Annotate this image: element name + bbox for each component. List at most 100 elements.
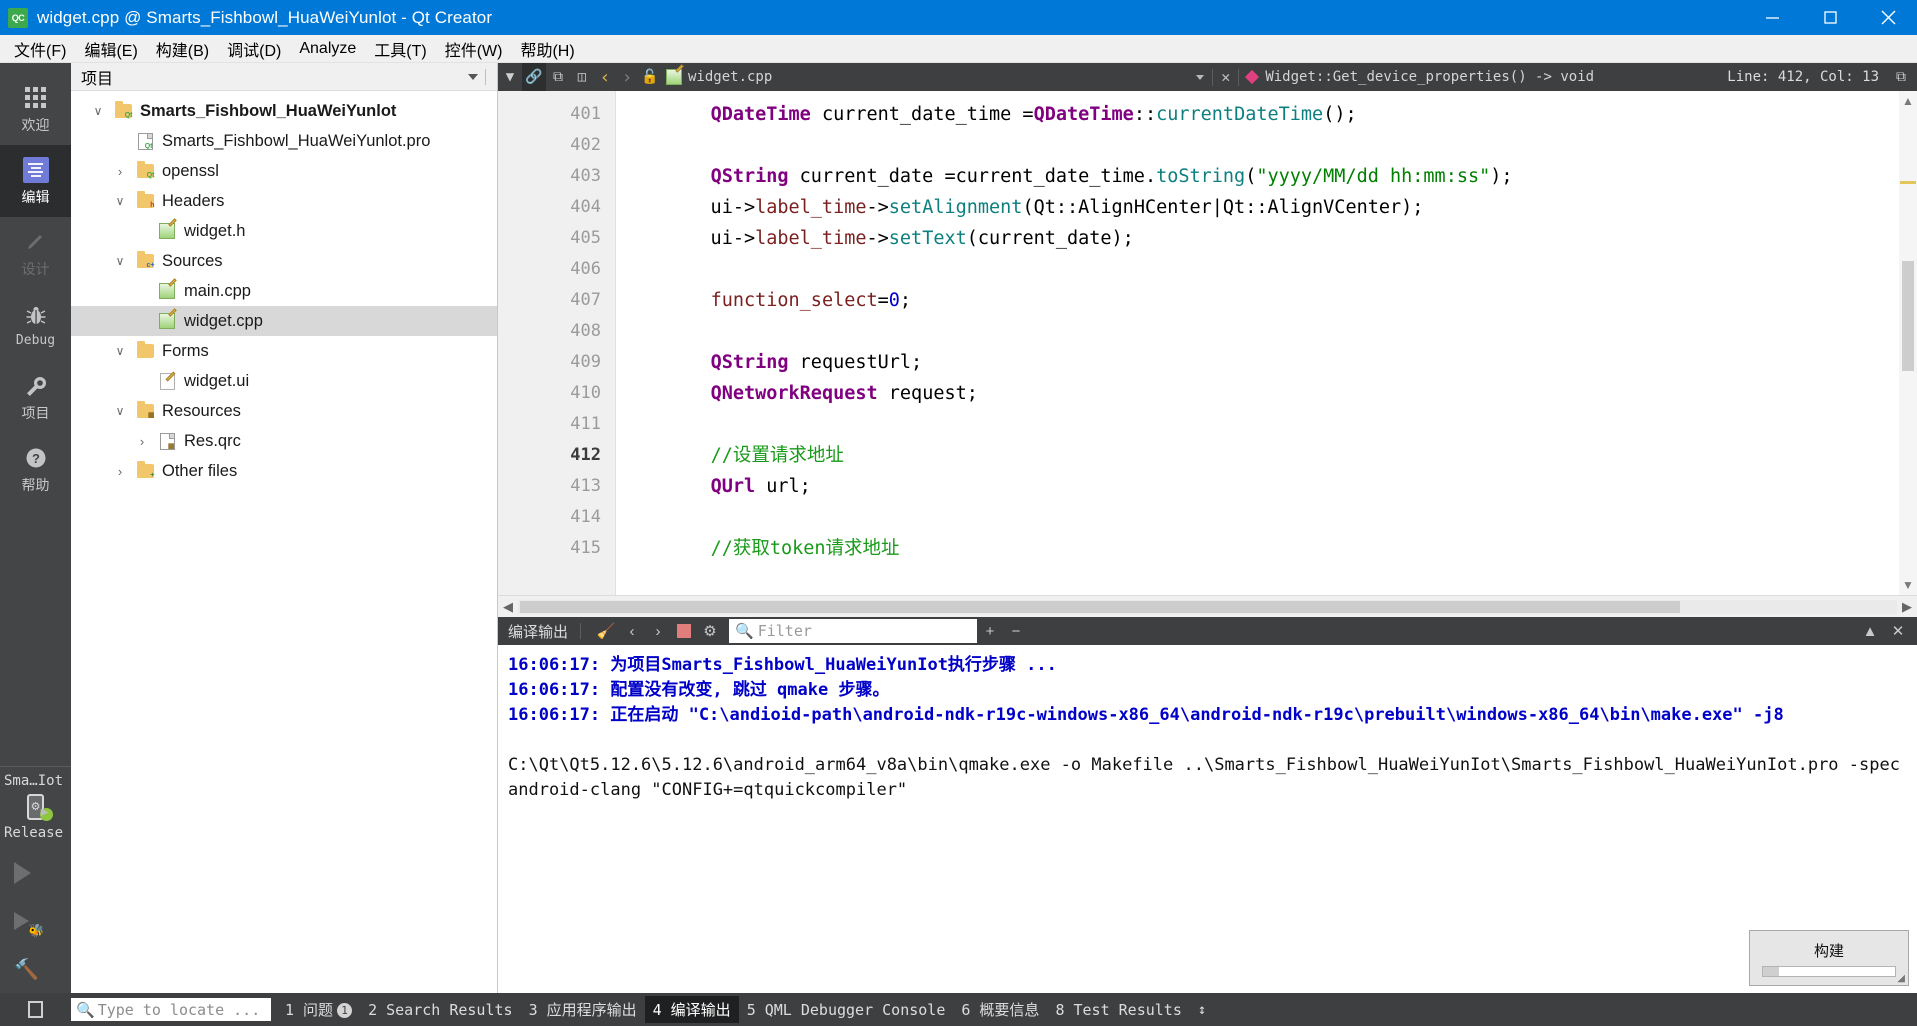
- chevron-down-icon[interactable]: ∨: [107, 404, 133, 418]
- mode-help[interactable]: ? 帮助: [0, 433, 71, 505]
- editor-horizontal-scrollbar[interactable]: ◀ ▶: [498, 595, 1917, 617]
- menu-build[interactable]: 构建(B): [147, 34, 218, 64]
- output-pane-button[interactable]: 8 Test Results: [1047, 998, 1189, 1022]
- close-button[interactable]: [1859, 0, 1917, 35]
- maximize-pane-icon[interactable]: ◫: [570, 63, 594, 91]
- tree-item-main-cpp[interactable]: main.cpp: [71, 276, 497, 306]
- broom-icon[interactable]: 🧹: [593, 618, 619, 644]
- output-pane-button[interactable]: 5 QML Debugger Console: [739, 998, 954, 1022]
- mode-projects[interactable]: 项目: [0, 361, 71, 433]
- build-button[interactable]: 🔨: [0, 945, 71, 993]
- zoom-in-button[interactable]: +: [977, 618, 1003, 644]
- chevron-down-icon[interactable]: ∨: [107, 254, 133, 268]
- kit-selector[interactable]: Sma…Iot ⚙ ▶ Release: [0, 767, 71, 849]
- tree-item-openssl[interactable]: › Qt openssl: [71, 156, 497, 186]
- close-document-button[interactable]: ✕: [1221, 68, 1230, 86]
- nav-back-button[interactable]: ‹: [594, 67, 616, 88]
- line-number: 414: [570, 507, 601, 527]
- output-pane-button[interactable]: 6 概要信息: [953, 996, 1047, 1023]
- menu-file[interactable]: 文件(F): [5, 34, 75, 64]
- locator-input[interactable]: 🔍 Type to locate ...: [71, 998, 271, 1021]
- chevron-left-icon[interactable]: ‹: [619, 618, 645, 644]
- build-progress-fill: [1763, 966, 1779, 976]
- mode-debug[interactable]: Debug: [0, 289, 71, 361]
- tree-item-forms[interactable]: ∨ Forms: [71, 336, 497, 366]
- menu-analyze[interactable]: Analyze: [290, 37, 365, 61]
- scrollbar-thumb[interactable]: [1902, 261, 1914, 371]
- output-filter-input[interactable]: 🔍 Filter: [729, 619, 978, 643]
- menu-help[interactable]: 帮助(H): [511, 34, 583, 64]
- source-file-icon: [159, 308, 177, 329]
- tree-item-smarts-fishbowl-huaweiyunlot-pro[interactable]: Qt Smarts_Fishbowl_HuaWeiYunlot.pro: [71, 126, 497, 156]
- output-pane-button[interactable]: 4 编译输出: [644, 996, 739, 1023]
- title-bar: QC widget.cpp @ Smarts_Fishbowl_HuaWeiYu…: [0, 0, 1917, 35]
- chevron-down-icon[interactable]: ∨: [85, 104, 111, 118]
- tree-item-headers[interactable]: ∨ h Headers: [71, 186, 497, 216]
- chevron-down-icon[interactable]: ∨: [107, 344, 133, 358]
- menu-widgets[interactable]: 控件(W): [436, 34, 512, 64]
- scroll-down-icon[interactable]: ▼: [1902, 575, 1914, 595]
- debug-button[interactable]: 🐝: [0, 897, 71, 945]
- unlocked-icon[interactable]: 🔓: [638, 63, 662, 91]
- folder-badge: Qt: [124, 112, 133, 119]
- maximize-button[interactable]: [1801, 0, 1859, 35]
- code-token: QString: [710, 166, 789, 187]
- link-editors-icon[interactable]: 🔗: [522, 63, 546, 91]
- output-pane-button[interactable]: 1 问题 1: [277, 996, 360, 1023]
- tree-item-sources[interactable]: ∨ c+ Sources: [71, 246, 497, 276]
- chevron-right-icon[interactable]: ›: [107, 164, 133, 179]
- mode-edit[interactable]: 编辑: [0, 145, 71, 217]
- open-file-combo[interactable]: widget.cpp: [662, 63, 776, 91]
- window-title: widget.cpp @ Smarts_Fishbowl_HuaWeiYunlo…: [37, 7, 493, 27]
- split-editor-icon[interactable]: ⧉: [546, 63, 570, 91]
- mode-design[interactable]: 设计: [0, 217, 71, 289]
- nav-forward-button[interactable]: ›: [616, 67, 638, 88]
- hscroll-track[interactable]: [518, 599, 1897, 614]
- editor-vertical-scrollbar[interactable]: ▲ ▼: [1899, 91, 1917, 595]
- tree-item-widget-h[interactable]: widget.h: [71, 216, 497, 246]
- file-combo-chevron-down-icon[interactable]: [1196, 74, 1205, 80]
- symbol-combo-label[interactable]: Widget::Get_device_properties() -> void: [1265, 69, 1594, 85]
- tree-item-res-qrc[interactable]: › ▦ Res.qrc: [71, 426, 497, 456]
- hscroll-left-icon[interactable]: ◀: [498, 599, 518, 615]
- chevron-down-icon[interactable]: ∨: [107, 194, 133, 208]
- chevron-right-icon[interactable]: ›: [129, 434, 155, 449]
- code-token: QString: [710, 352, 789, 373]
- output-close-icon[interactable]: ✕: [1885, 618, 1911, 644]
- project-filter-dropdown[interactable]: [468, 73, 478, 80]
- split-icon[interactable]: ⧉: [1889, 63, 1913, 91]
- updown-arrows-icon[interactable]: ↕: [1198, 1002, 1206, 1018]
- tree-item-widget-cpp[interactable]: widget.cpp: [71, 306, 497, 336]
- code-token: ->: [866, 228, 889, 249]
- scroll-up-icon[interactable]: ▲: [1902, 91, 1914, 111]
- code-token: "yyyy/MM/dd hh:mm:ss": [1256, 166, 1491, 187]
- output-pane-button[interactable]: 2 Search Results: [360, 998, 521, 1022]
- hscroll-thumb[interactable]: [520, 600, 1680, 613]
- mode-welcome[interactable]: 欢迎: [0, 73, 71, 145]
- run-button[interactable]: [0, 849, 71, 897]
- toggle-sidebar-button[interactable]: [0, 1001, 71, 1018]
- stop-button[interactable]: [671, 618, 697, 644]
- output-pane-button[interactable]: 3 应用程序输出: [521, 996, 645, 1023]
- output-text[interactable]: 16:06:17: 为项目Smarts_Fishbowl_HuaWeiYunIo…: [498, 645, 1917, 993]
- tree-item-smarts-fishbowl-huaweiyunlot[interactable]: ∨ Qt Smarts_Fishbowl_HuaWeiYunlot: [71, 96, 497, 126]
- menu-edit[interactable]: 编辑(E): [75, 34, 146, 64]
- filter-icon[interactable]: ▼: [498, 63, 522, 91]
- code-text[interactable]: QDateTime current_date_time =QDateTime::…: [616, 91, 1917, 595]
- menu-tools[interactable]: 工具(T): [365, 34, 435, 64]
- tree-item-resources[interactable]: ∨ ▦ Resources: [71, 396, 497, 426]
- project-tree[interactable]: ∨ Qt Smarts_Fishbowl_HuaWeiYunlot Qt Smarts_…: [71, 91, 497, 993]
- output-header-divider: [580, 623, 582, 639]
- minimize-button[interactable]: [1743, 0, 1801, 35]
- tree-item-widget-ui[interactable]: widget.ui: [71, 366, 497, 396]
- tree-item-other-files[interactable]: › + Other files: [71, 456, 497, 486]
- gear-icon[interactable]: ⚙: [697, 618, 723, 644]
- chevron-right-icon[interactable]: ›: [107, 464, 133, 479]
- chevron-up-icon[interactable]: ▲: [1857, 618, 1883, 644]
- hammer-icon: 🔨: [14, 958, 39, 981]
- chevron-right-icon[interactable]: ›: [645, 618, 671, 644]
- zoom-out-button[interactable]: −: [1003, 618, 1029, 644]
- menu-debug[interactable]: 调试(D): [218, 34, 290, 64]
- code-editor[interactable]: 401 402 403 404 405 406 407 408 409 410 411 412 413 4…: [498, 91, 1917, 595]
- hscroll-right-icon[interactable]: ▶: [1897, 599, 1917, 615]
